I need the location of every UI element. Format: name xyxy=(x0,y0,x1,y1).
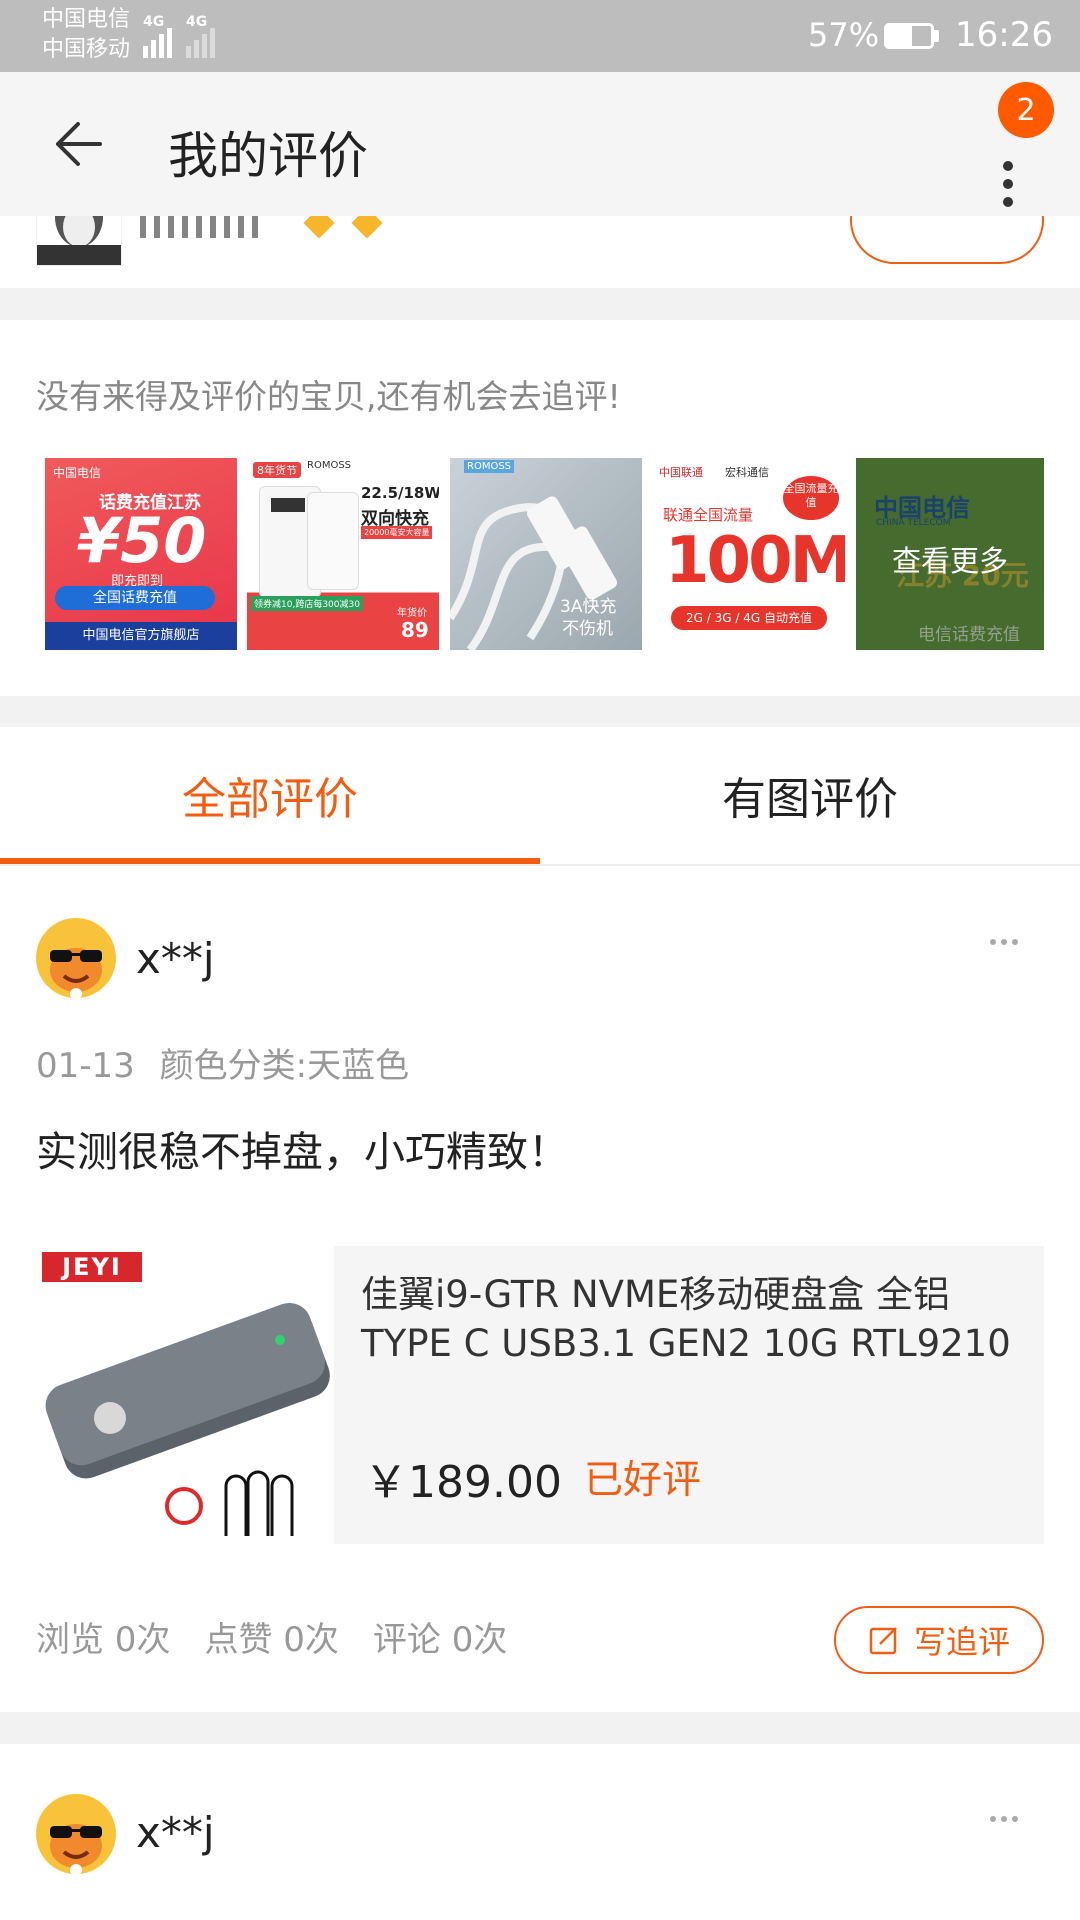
back-arrow-icon xyxy=(56,122,102,166)
review-tabs: 全部评价 有图评价 xyxy=(0,727,1080,866)
edit-icon xyxy=(869,1627,897,1655)
write-followup-label: 写追评 xyxy=(913,1623,1010,1661)
signal-icon: 4G 4G xyxy=(143,14,215,58)
more-horizontal-icon[interactable] xyxy=(990,939,1018,945)
back-button[interactable] xyxy=(48,114,108,174)
product-thumbnail[interactable]: ROMOSS 3A快充 不伤机 xyxy=(450,458,642,650)
carrier-label-telecom: 中国电信 xyxy=(42,7,131,32)
product-name-line1: 佳翼i9-GTR NVME移动硬盘盒 全铝 xyxy=(361,1273,951,1316)
followup-prompt: 没有来得及评价的宝贝,还有机会去追评! xyxy=(36,377,621,416)
reviewer-name: x**j xyxy=(136,934,215,983)
product-thumbnail[interactable]: 中国电信 话费充值江苏 ¥50 即充即到 全国话费充值 中国电信官方旗舰店 xyxy=(45,458,237,650)
product-thumbnail[interactable]: 中国联通 宏科通信 全国流量充值 联通全国流量 100M 2G / 3G / 4… xyxy=(653,458,845,650)
partial-card xyxy=(0,216,1080,288)
reviewer-name: x**j xyxy=(136,1808,215,1857)
view-more-thumbnail[interactable]: 中国电信 CHINA TELECOM 江苏 20元 电信话费充值 查看更多 xyxy=(856,458,1044,650)
status-bar: 中国电信 中国移动 4G 4G 57% 16:26 xyxy=(0,0,1080,72)
review-stats: 浏览 0次 点赞 0次 评论 0次 xyxy=(36,1612,507,1661)
username-cropped xyxy=(140,216,260,238)
app-header: 我的评价 2 xyxy=(0,72,1080,216)
page-title: 我的评价 xyxy=(168,127,368,185)
review-meta: 01-13 颜色分类:天蓝色 xyxy=(36,1038,409,1087)
view-more-label: 查看更多 xyxy=(892,544,1009,578)
notification-badge: 2 xyxy=(998,82,1054,138)
more-menu-button[interactable] xyxy=(990,134,1030,234)
product-price: ￥189.00 xyxy=(364,1457,562,1508)
review-status: 已好评 xyxy=(584,1458,702,1503)
battery-icon xyxy=(884,23,939,49)
write-followup-button[interactable]: 写追评 xyxy=(834,1606,1044,1674)
more-horizontal-icon[interactable] xyxy=(990,1816,1018,1822)
carrier-label-mobile: 中国移动 xyxy=(42,37,131,62)
carrier-labels: 中国电信 中国移动 xyxy=(42,5,130,65)
level-diamond-icon xyxy=(351,216,383,239)
brand-logo: JEYI xyxy=(42,1252,142,1282)
review-text: 实测很稳不掉盘，小巧精致！ xyxy=(36,1128,569,1176)
avatar[interactable] xyxy=(36,1794,116,1874)
view-count: 浏览 0次 xyxy=(36,1620,171,1660)
avatar xyxy=(36,216,122,266)
like-count: 点赞 0次 xyxy=(204,1620,339,1660)
product-name-line2: TYPE C USB3.1 GEN2 10G RTL9210 xyxy=(361,1322,1011,1365)
tab-all-reviews[interactable]: 全部评价 xyxy=(0,727,540,862)
level-diamond-icon xyxy=(303,216,335,239)
comment-count: 评论 0次 xyxy=(372,1620,508,1660)
battery-percent: 57% xyxy=(808,16,880,54)
product-thumbnail[interactable]: ROMOSS 8年货节 22.5/18W 双向快充 20000毫安大容量 领券减… xyxy=(247,458,439,650)
product-image: JEYI xyxy=(36,1246,334,1544)
review-card: x**j xyxy=(0,1744,1080,1920)
more-vertical-icon xyxy=(1003,161,1013,207)
avatar[interactable] xyxy=(36,918,116,998)
clock: 16:26 xyxy=(955,15,1053,55)
review-sku: 颜色分类:天蓝色 xyxy=(159,1046,410,1086)
tab-photo-reviews[interactable]: 有图评价 xyxy=(540,727,1080,862)
active-tab-indicator xyxy=(0,858,540,864)
review-date: 01-13 xyxy=(36,1046,135,1086)
product-card[interactable]: JEYI 佳翼i9-GTR NVME移动硬盘盒 全铝 TYPE C USB3.1… xyxy=(36,1246,1044,1544)
review-card: x**j 01-13 颜色分类:天蓝色 实测很稳不掉盘，小巧精致！ JEYI 佳… xyxy=(0,866,1080,1712)
